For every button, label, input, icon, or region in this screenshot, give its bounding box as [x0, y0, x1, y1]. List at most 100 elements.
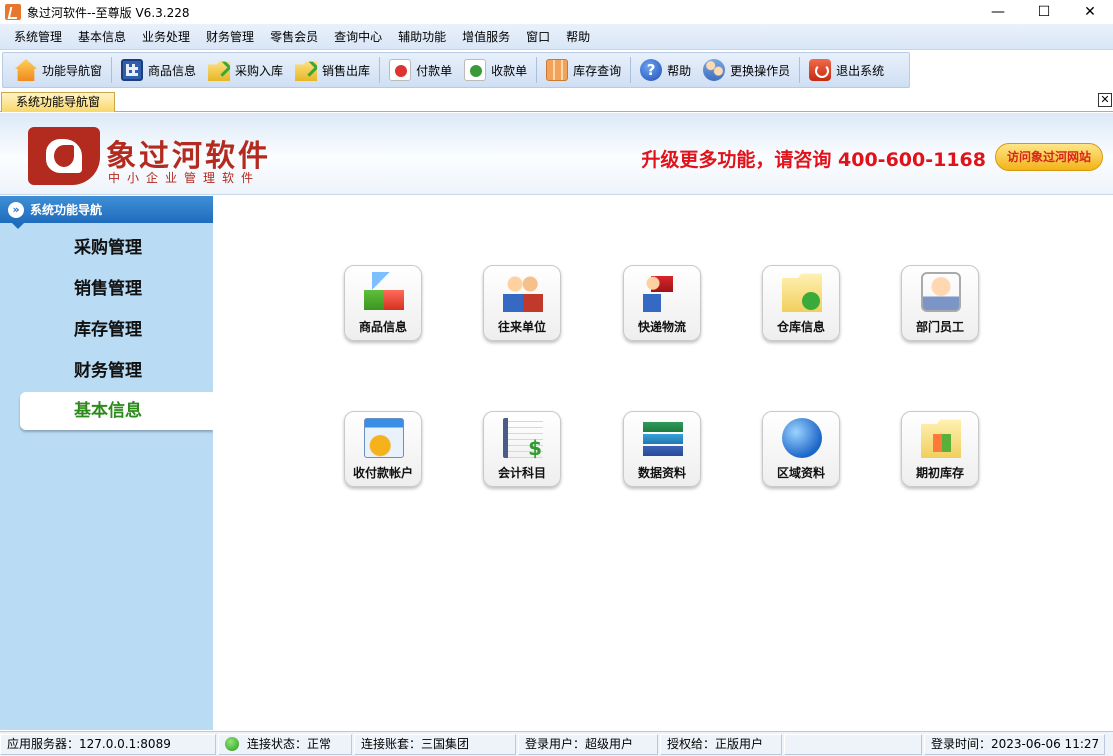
user-swap-icon [703, 59, 726, 81]
ledger-icon [503, 418, 543, 460]
sidebar-item-inventory[interactable]: 库存管理 [20, 311, 213, 349]
status-connection-label: 连接状态：正常 [247, 736, 332, 751]
status-account-set: 连接账套：三国集团 [354, 733, 516, 755]
menu-system[interactable]: 系统管理 [6, 24, 70, 50]
folder-out-icon [295, 61, 318, 81]
receipt-icon [464, 59, 487, 81]
title-bar: 象过河软件--至尊版 V6.3.228 — ☐ ✕ [0, 0, 1113, 24]
tile-data-records[interactable]: 数据资料 [623, 411, 701, 487]
power-icon [809, 59, 832, 81]
tile-label: 快递物流 [637, 320, 686, 334]
goods-info-button[interactable]: 商品信息 [115, 55, 202, 85]
payment-label: 付款单 [416, 63, 453, 78]
tab-strip: 系统功能导航窗 ✕ [0, 90, 1113, 112]
tile-warehouse[interactable]: 仓库信息 [762, 265, 840, 341]
banner: 象过河软件 中小企业管理软件 升级更多功能，请咨询 400-600-1168 访… [0, 113, 1113, 195]
status-license: 授权给：正版用户 [660, 733, 782, 755]
stock-query-label: 库存查询 [573, 63, 622, 78]
sidebar-item-purchase[interactable]: 采购管理 [20, 229, 213, 267]
nav-window-button[interactable]: 功能导航窗 [9, 55, 108, 85]
help-button[interactable]: 帮助 [634, 55, 697, 85]
toolbar-separator [536, 57, 538, 83]
menu-business[interactable]: 业务处理 [134, 24, 198, 50]
close-button[interactable]: ✕ [1067, 0, 1113, 24]
menu-auxiliary[interactable]: 辅助功能 [390, 24, 454, 50]
tile-payment-account[interactable]: 收付款帐户 [344, 411, 422, 487]
sidebar-item-sales[interactable]: 销售管理 [20, 270, 213, 308]
toolbar-separator [799, 57, 801, 83]
sales-out-button[interactable]: 销售出库 [289, 55, 376, 85]
menu-window[interactable]: 窗口 [518, 24, 558, 50]
sidebar-header: » 系统功能导航 [0, 196, 213, 223]
sidebar-header-label: 系统功能导航 [30, 203, 103, 217]
menu-query-center[interactable]: 查询中心 [326, 24, 390, 50]
exit-system-label: 退出系统 [836, 63, 885, 78]
toolbar-separator [111, 57, 113, 83]
purchase-in-button[interactable]: 采购入库 [202, 55, 289, 85]
stock-query-button[interactable]: 库存查询 [540, 55, 627, 85]
books-icon [643, 418, 683, 458]
staff-icon [921, 272, 961, 312]
status-server: 应用服务器：127.0.0.1:8089 [0, 733, 216, 755]
payment-button[interactable]: 付款单 [383, 55, 458, 85]
payment-icon [389, 59, 412, 81]
tile-label: 区域资料 [776, 466, 825, 480]
status-login-time: 登录时间：2023-06-06 11:27 [924, 733, 1105, 755]
grid-icon [121, 59, 144, 81]
tile-partners[interactable]: 往来单位 [483, 265, 561, 341]
status-empty [784, 733, 922, 755]
switch-operator-button[interactable]: 更换操作员 [697, 55, 796, 85]
connection-status-icon [225, 737, 239, 751]
folder-in-icon [208, 61, 231, 81]
menu-help[interactable]: 帮助 [558, 24, 598, 50]
help-label: 帮助 [667, 63, 692, 78]
toolbar-area: 功能导航窗 商品信息 采购入库 销售出库 付款单 收款单 库存查询 ? 帮助 更… [0, 50, 1113, 90]
toolbar-separator [630, 57, 632, 83]
tile-label: 数据资料 [637, 466, 686, 480]
status-connection: 连接状态：正常 [218, 733, 352, 755]
app-logo-icon [5, 4, 21, 20]
menu-basic-info[interactable]: 基本信息 [70, 24, 134, 50]
tile-label: 期初库存 [915, 466, 964, 480]
visit-website-button[interactable]: 访问象过河网站 [995, 143, 1103, 171]
tile-department-staff[interactable]: 部门员工 [901, 265, 979, 341]
status-user: 登录用户：超级用户 [518, 733, 658, 755]
tile-region-data[interactable]: 区域资料 [762, 411, 840, 487]
tab-close-icon[interactable]: ✕ [1098, 93, 1112, 107]
receipt-button[interactable]: 收款单 [458, 55, 533, 85]
tile-label: 仓库信息 [776, 320, 825, 334]
window-title: 象过河软件--至尊版 V6.3.228 [27, 5, 190, 20]
menu-value-added[interactable]: 增值服务 [454, 24, 518, 50]
account-icon [364, 418, 404, 458]
sidebar-item-basic-info[interactable]: 基本信息 [20, 392, 213, 430]
sidebar-item-finance[interactable]: 财务管理 [20, 352, 213, 390]
partners-icon [503, 272, 543, 312]
elephant-logo-icon [28, 127, 100, 185]
initial-stock-icon [921, 419, 961, 458]
maximize-button[interactable]: ☐ [1021, 0, 1067, 24]
warehouse-icon [782, 273, 822, 312]
home-icon [15, 59, 37, 81]
brand-slogan: 中小企业管理软件 [108, 171, 261, 185]
logistics-icon [643, 272, 683, 312]
tile-initial-stock[interactable]: 期初库存 [901, 411, 979, 487]
cubes-icon [364, 272, 404, 312]
tile-label: 会计科目 [497, 466, 546, 480]
toolbar-separator [379, 57, 381, 83]
menu-retail-member[interactable]: 零售会员 [262, 24, 326, 50]
globe-icon [782, 418, 822, 458]
tile-accounting-subjects[interactable]: 会计科目 [483, 411, 561, 487]
tile-logistics[interactable]: 快递物流 [623, 265, 701, 341]
toolbar: 功能导航窗 商品信息 采购入库 销售出库 付款单 收款单 库存查询 ? 帮助 更… [2, 52, 910, 88]
minimize-button[interactable]: — [975, 0, 1021, 24]
tile-label: 往来单位 [497, 320, 546, 334]
main-panel: 商品信息 往来单位 快递物流 仓库信息 部门员工 收付款帐户 会计科目 数据资料… [213, 196, 1113, 730]
purchase-in-label: 采购入库 [235, 63, 284, 78]
exit-system-button[interactable]: 退出系统 [803, 55, 890, 85]
nav-window-label: 功能导航窗 [42, 63, 103, 78]
sales-out-label: 销售出库 [322, 63, 371, 78]
menu-finance[interactable]: 财务管理 [198, 24, 262, 50]
tab-system-navigation[interactable]: 系统功能导航窗 [1, 92, 116, 112]
tile-label: 部门员工 [915, 320, 964, 334]
tile-goods-info[interactable]: 商品信息 [344, 265, 422, 341]
